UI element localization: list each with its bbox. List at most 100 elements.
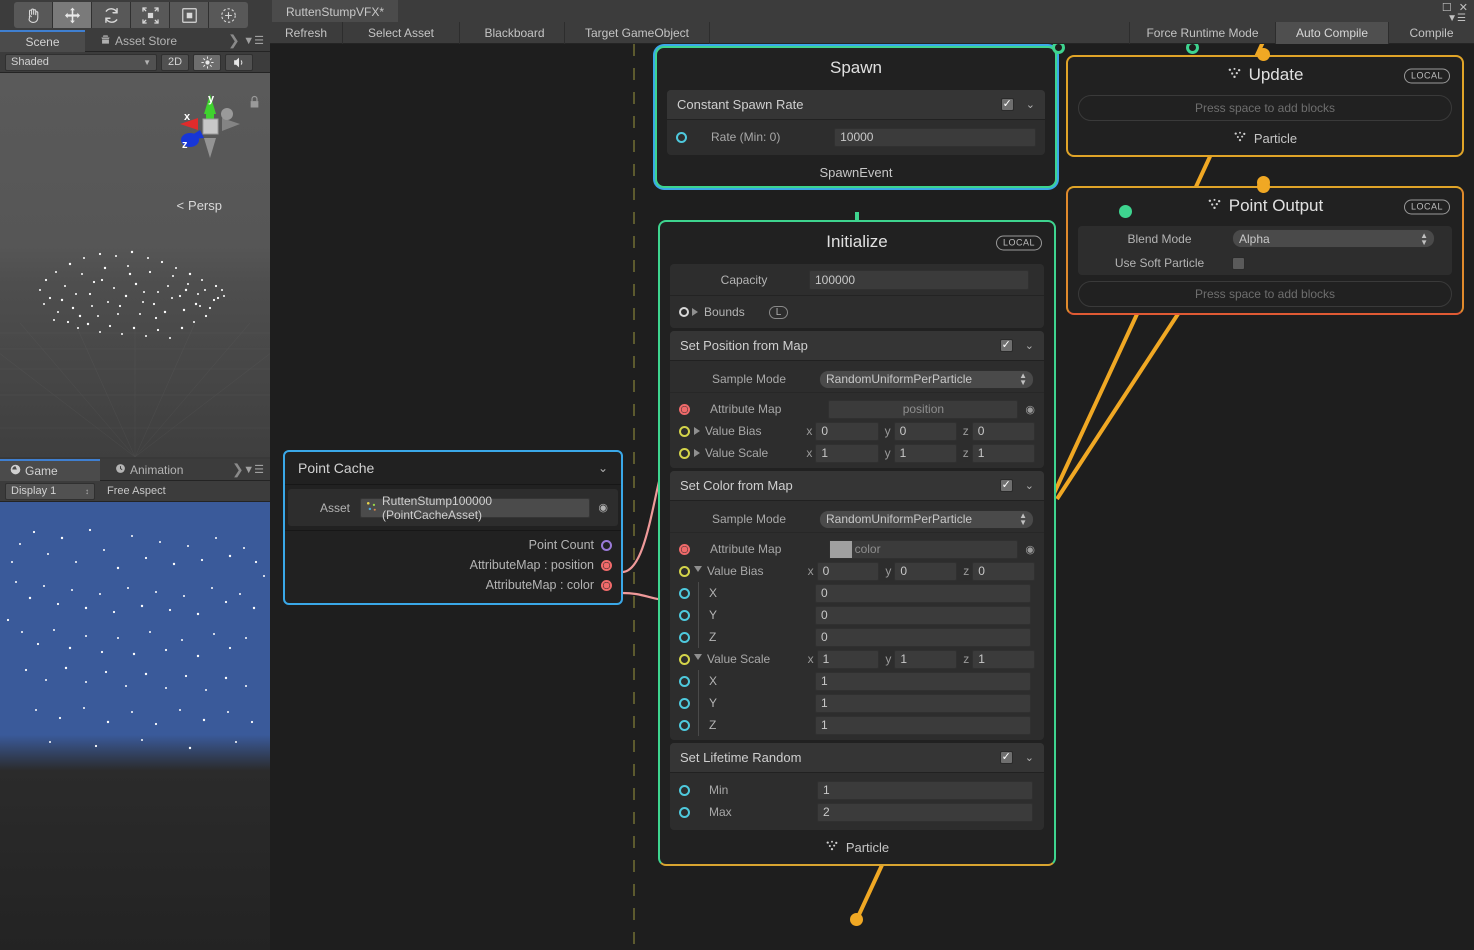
constant-spawn-rate-header[interactable]: Constant Spawn Rate ✓ ⌄ <box>667 90 1045 120</box>
update-input-port[interactable] <box>1257 48 1270 61</box>
point-output-add-blocks-placeholder[interactable]: Press space to add blocks <box>1078 281 1452 307</box>
lifetime-min-port[interactable] <box>679 784 690 796</box>
pos-bias-y-field[interactable]: 0 <box>893 421 957 441</box>
attributemap-position-port[interactable] <box>601 559 612 571</box>
spawn-input-port-left[interactable] <box>1052 44 1065 54</box>
point-cache-collapse-icon[interactable]: ⌄ <box>598 461 608 475</box>
spawn-rate-field[interactable]: 10000 <box>834 127 1036 147</box>
lock-icon[interactable] <box>249 95 260 112</box>
point-output-input-port[interactable] <box>1257 180 1270 193</box>
game-viewport[interactable] <box>0 502 270 950</box>
block-set-position-from-map[interactable]: Set Position from Map ✓ ⌄ Sample Mode Ra… <box>670 331 1044 468</box>
force-runtime-mode-button[interactable]: Force Runtime Mode <box>1129 22 1276 44</box>
lifetime-max-port[interactable] <box>679 806 690 818</box>
set-position-header[interactable]: Set Position from Map ✓ ⌄ <box>670 331 1044 361</box>
panel-menu-icon[interactable]: ▼☰ <box>243 34 264 47</box>
bounds-expand-icon[interactable] <box>692 308 698 316</box>
projection-label[interactable]: < Persp <box>176 198 222 213</box>
game-tabs-more-arrow-icon[interactable]: ❯ <box>232 461 244 478</box>
hand-tool-button[interactable] <box>14 2 53 28</box>
color-sample-mode-dropdown[interactable]: RandomUniformPerParticle ▲ ▼ <box>819 509 1034 529</box>
point-cache-asset-picker-icon[interactable]: ◉ <box>598 501 608 514</box>
auto-compile-button[interactable]: Auto Compile <box>1276 22 1389 44</box>
tab-animation[interactable]: Animation <box>105 459 193 481</box>
position-attribute-map-port[interactable] <box>679 403 690 415</box>
constant-spawn-rate-enabled-checkbox[interactable]: ✓ <box>1000 98 1014 111</box>
update-space-badge[interactable]: LOCAL <box>1403 68 1450 84</box>
rotate-tool-button[interactable] <box>92 2 131 28</box>
select-asset-button[interactable]: Select Asset <box>343 22 460 44</box>
block-set-lifetime-random[interactable]: Set Lifetime Random ✓ ⌄ Min 1 Max 2 <box>670 743 1044 830</box>
constant-spawn-rate-collapse-icon[interactable]: ⌄ <box>1026 98 1035 111</box>
bounds-port[interactable] <box>679 307 689 317</box>
point-count-port[interactable] <box>601 539 612 551</box>
color-map-picker-icon[interactable]: ◉ <box>1025 543 1035 556</box>
position-value-scale-port[interactable] <box>679 447 690 459</box>
color-scale-z-port[interactable] <box>679 719 690 731</box>
color-attribute-map-field[interactable]: color <box>828 539 1019 559</box>
color-attribute-map-port[interactable] <box>679 543 690 555</box>
spawn-output-port[interactable] <box>1119 205 1132 218</box>
color-value-bias-port[interactable] <box>679 565 690 577</box>
pos-scale-z-field[interactable]: 1 <box>971 443 1035 463</box>
pos-scale-y-field[interactable]: 1 <box>893 443 957 463</box>
scene-view-gizmo[interactable]: x y z <box>172 88 248 164</box>
color-bias-x-value[interactable]: 0 <box>815 583 1031 603</box>
point-output-space-badge[interactable]: LOCAL <box>1403 199 1450 215</box>
col-bias-z-field[interactable]: 0 <box>972 561 1036 581</box>
color-scale-y-port[interactable] <box>679 697 690 709</box>
spawn-input-port-right[interactable] <box>1186 44 1199 54</box>
color-scale-z-value[interactable]: 1 <box>815 715 1031 735</box>
position-attribute-map-field[interactable]: position <box>828 399 1019 419</box>
position-value-scale-expand-icon[interactable] <box>694 449 700 457</box>
color-value-bias-collapse-icon[interactable] <box>694 566 702 576</box>
col-scale-x-field[interactable]: 1 <box>816 649 880 669</box>
pos-bias-z-field[interactable]: 0 <box>971 421 1035 441</box>
color-value-scale-collapse-icon[interactable] <box>694 654 702 664</box>
color-bias-y-value[interactable]: 0 <box>815 605 1031 625</box>
set-color-collapse-icon[interactable]: ⌄ <box>1025 479 1034 492</box>
move-tool-button[interactable] <box>53 2 92 28</box>
lighting-icon[interactable] <box>193 53 221 71</box>
color-value-scale-port[interactable] <box>679 653 690 665</box>
display-dropdown[interactable]: Display 1 ↕ <box>5 482 95 500</box>
block-constant-spawn-rate[interactable]: Constant Spawn Rate ✓ ⌄ Rate (Min: 0) 10… <box>667 90 1045 155</box>
rect-tool-button[interactable] <box>170 2 209 28</box>
shading-mode-dropdown[interactable]: Shaded ▼ <box>5 53 157 71</box>
spawn-rate-input-port[interactable] <box>676 131 687 143</box>
color-bias-z-port[interactable] <box>679 631 690 643</box>
lifetime-max-field[interactable]: 2 <box>817 802 1033 822</box>
vfx-graph-canvas[interactable]: Spawn Constant Spawn Rate ✓ ⌄ Rate (Min:… <box>270 44 1474 950</box>
node-update[interactable]: Update LOCAL Press space to add blocks P… <box>1066 55 1464 157</box>
col-scale-y-field[interactable]: 1 <box>894 649 958 669</box>
col-scale-z-field[interactable]: 1 <box>972 649 1036 669</box>
aspect-dropdown[interactable]: Free Aspect <box>107 485 166 497</box>
target-gameobject-button[interactable]: Target GameObject <box>565 22 710 44</box>
tab-game[interactable]: Game <box>0 459 100 481</box>
update-add-blocks-placeholder[interactable]: Press space to add blocks <box>1078 95 1452 121</box>
pos-scale-x-field[interactable]: 1 <box>815 443 879 463</box>
refresh-button[interactable]: Refresh <box>270 22 343 44</box>
initialize-output-port[interactable] <box>850 913 863 926</box>
point-cache-asset-field[interactable]: RuttenStump100000 (PointCacheAsset) <box>360 494 591 522</box>
compile-button[interactable]: Compile <box>1389 22 1474 44</box>
position-value-bias-expand-icon[interactable] <box>694 427 700 435</box>
set-color-header[interactable]: Set Color from Map ✓ ⌄ <box>670 471 1044 501</box>
tab-vfx-graph[interactable]: RuttenStumpVFX* <box>272 0 399 22</box>
color-scale-y-value[interactable]: 1 <box>815 693 1031 713</box>
tabs-more-arrow-icon[interactable]: ❯ <box>228 32 240 49</box>
block-set-color-from-map[interactable]: Set Color from Map ✓ ⌄ Sample Mode Rando… <box>670 471 1044 740</box>
attributemap-color-port[interactable] <box>601 579 612 591</box>
bounds-space-badge[interactable]: L <box>768 305 789 319</box>
game-panel-menu-icon[interactable]: ▼☰ <box>243 463 264 476</box>
transform-tool-button[interactable] <box>209 2 248 28</box>
use-soft-particle-checkbox[interactable] <box>1232 256 1245 270</box>
col-bias-y-field[interactable]: 0 <box>894 561 958 581</box>
set-lifetime-collapse-icon[interactable]: ⌄ <box>1025 751 1034 764</box>
set-position-collapse-icon[interactable]: ⌄ <box>1025 339 1034 352</box>
set-lifetime-enabled-checkbox[interactable]: ✓ <box>999 751 1013 764</box>
set-position-enabled-checkbox[interactable]: ✓ <box>999 339 1013 352</box>
set-color-enabled-checkbox[interactable]: ✓ <box>999 479 1013 492</box>
color-bias-z-value[interactable]: 0 <box>815 627 1031 647</box>
position-map-picker-icon[interactable]: ◉ <box>1025 403 1035 416</box>
